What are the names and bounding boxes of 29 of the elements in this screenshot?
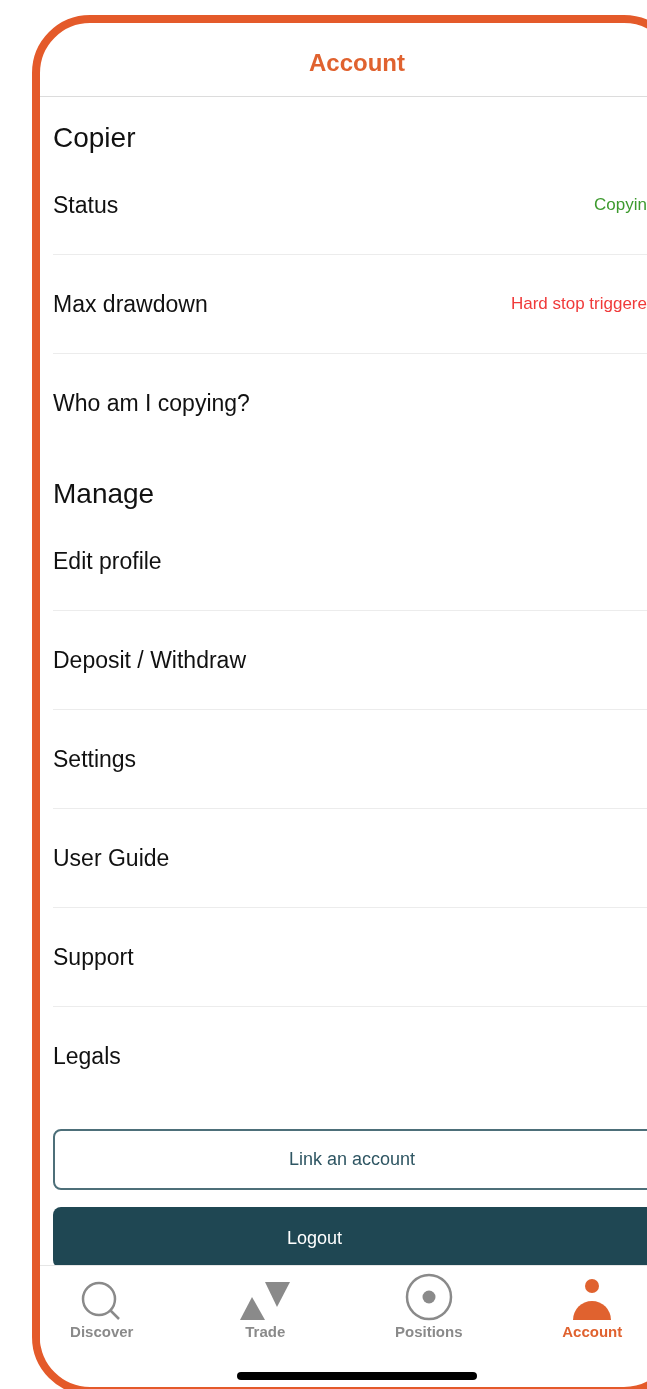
row-label: Status	[53, 191, 119, 219]
screen-title: Account	[309, 48, 405, 77]
section-heading: Copier	[53, 121, 137, 155]
row-label: Settings	[53, 745, 137, 773]
section-heading: Manage	[53, 477, 156, 511]
logout-button[interactable]: Logout	[53, 1207, 647, 1265]
menu-row[interactable]: Status Copyin	[53, 156, 647, 255]
row-label: Legals	[53, 1042, 121, 1070]
link-account-button[interactable]: Link an account	[53, 1129, 647, 1190]
menu-row[interactable]: Who am I copying?	[53, 354, 647, 453]
tab-item[interactable]: Account	[510, 1266, 647, 1348]
menu-row[interactable]: Support	[53, 908, 647, 1007]
triangles-icon	[239, 1281, 292, 1321]
status-value: Copyin	[594, 195, 647, 215]
menu-row[interactable]: User Guide	[53, 809, 647, 908]
status-value: Hard stop triggere	[510, 294, 647, 314]
person-icon	[572, 1279, 613, 1321]
menu-row[interactable]: Max drawdown Hard stop triggere	[53, 255, 647, 354]
row-label: Support	[53, 943, 134, 971]
row-label: User Guide	[53, 844, 170, 872]
menu-row[interactable]: Settings	[53, 710, 647, 809]
row-label: Deposit / Withdraw	[53, 646, 246, 674]
menu-row[interactable]: Deposit / Withdraw	[53, 611, 647, 710]
menu-row[interactable]: Edit profile	[53, 512, 647, 611]
target-icon	[404, 1273, 453, 1321]
menu-row[interactable]: Legals	[53, 1007, 647, 1106]
row-label: Max drawdown	[53, 290, 208, 318]
row-label: Edit profile	[53, 547, 162, 575]
row-label: Who am I copying?	[53, 389, 250, 417]
